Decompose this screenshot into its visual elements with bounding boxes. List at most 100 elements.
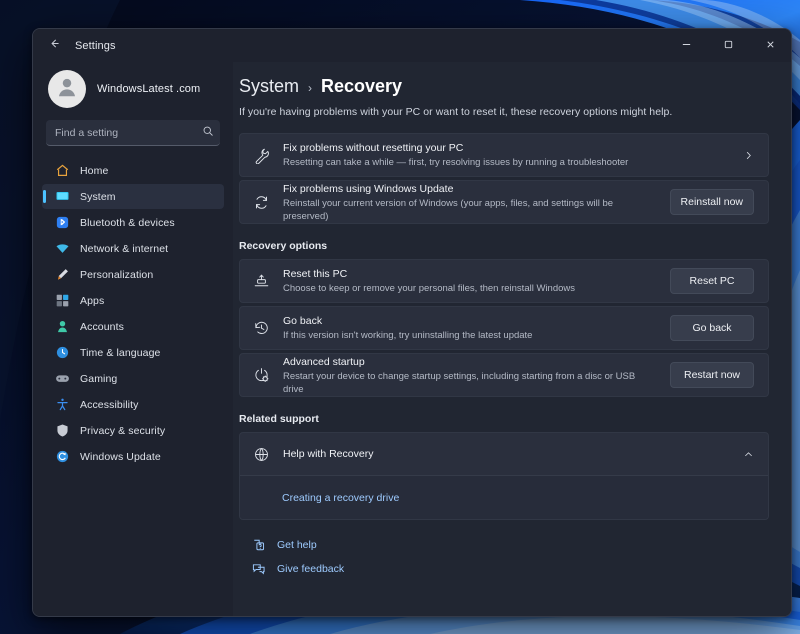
restart-now-button[interactable]: Restart now [670, 362, 754, 388]
expander-title: Help with Recovery [283, 448, 730, 460]
shield-icon [54, 423, 70, 439]
sidebar-item-apps[interactable]: Apps [42, 288, 224, 313]
recovery-options-group: Reset this PC Choose to keep or remove y… [239, 259, 769, 397]
sidebar-item-label: Privacy & security [80, 425, 165, 437]
globe-help-icon [253, 446, 270, 463]
reinstall-now-button[interactable]: Reinstall now [670, 189, 754, 215]
accounts-icon [54, 319, 70, 335]
card-subtitle: Reinstall your current version of Window… [283, 197, 657, 223]
minimize-button[interactable] [665, 29, 707, 62]
sidebar-item-bluetooth-devices[interactable]: Bluetooth & devices [42, 210, 224, 235]
link-creating-a-recovery-drive[interactable]: Creating a recovery drive [282, 492, 399, 504]
close-icon [765, 39, 776, 53]
search-container [46, 120, 220, 146]
gamepad-icon [54, 371, 70, 387]
sidebar-item-privacy-security[interactable]: Privacy & security [42, 418, 224, 443]
sidebar-item-windows-update[interactable]: Windows Update [42, 444, 224, 469]
page-title: Recovery [321, 76, 402, 97]
profile-section[interactable]: WindowsLatest .com [42, 62, 224, 120]
sidebar-item-label: Accessibility [80, 399, 138, 411]
sidebar-item-gaming[interactable]: Gaming [42, 366, 224, 391]
app-title: Settings [75, 40, 116, 52]
card-subtitle: Choose to keep or remove your personal f… [283, 282, 657, 295]
search-input[interactable] [46, 120, 220, 146]
breadcrumb: System › Recovery [239, 76, 769, 97]
card-title: Advanced startup [283, 355, 657, 369]
sidebar-item-network-internet[interactable]: Network & internet [42, 236, 224, 261]
sidebar-item-label: Bluetooth & devices [80, 217, 175, 229]
sidebar-nav: Home System [42, 158, 224, 469]
desktop: Settings [0, 0, 800, 634]
help-with-recovery-expander: Help with Recovery Creating a recovery d… [239, 432, 769, 520]
sidebar-item-label: Time & language [80, 347, 161, 359]
main-content: System › Recovery If you're having probl… [233, 62, 791, 616]
accessibility-icon [54, 397, 70, 413]
sidebar-item-label: Accounts [80, 321, 124, 333]
sidebar-item-system[interactable]: System [42, 184, 224, 209]
minimize-icon [681, 39, 692, 53]
top-cards-group: Fix problems without resetting your PC R… [239, 133, 769, 224]
search-icon[interactable] [202, 125, 214, 137]
power-gear-icon [253, 367, 270, 384]
clock-icon [54, 345, 70, 361]
footer-link-label: Give feedback [277, 563, 344, 575]
arrow-left-icon [48, 37, 61, 55]
card-fix-problems-without-resetting[interactable]: Fix problems without resetting your PC R… [239, 133, 769, 177]
footer-link-label: Get help [277, 539, 317, 551]
sidebar-item-personalization[interactable]: Personalization [42, 262, 224, 287]
card-text: Fix problems using Windows Update Reinst… [283, 182, 657, 223]
card-title: Go back [283, 314, 657, 328]
breadcrumb-parent[interactable]: System [239, 76, 299, 97]
card-text: Go back If this version isn't working, t… [283, 314, 657, 342]
close-button[interactable] [749, 29, 791, 62]
card-title: Reset this PC [283, 267, 657, 281]
history-clock-icon [253, 320, 270, 337]
sidebar-item-label: System [80, 191, 116, 203]
card-text: Fix problems without resetting your PC R… [283, 141, 730, 169]
wrench-icon [253, 147, 270, 164]
get-help-icon [252, 538, 266, 552]
sidebar: WindowsLatest .com [33, 62, 233, 616]
card-go-back: Go back If this version isn't working, t… [239, 306, 769, 350]
help-with-recovery-body: Creating a recovery drive [240, 475, 768, 519]
card-reset-this-pc: Reset this PC Choose to keep or remove y… [239, 259, 769, 303]
settings-window: Settings [32, 28, 792, 617]
related-support-heading: Related support [239, 413, 769, 425]
sidebar-item-label: Network & internet [80, 243, 168, 255]
bluetooth-icon [54, 215, 70, 231]
card-title: Fix problems using Windows Update [283, 182, 657, 196]
title-bar: Settings [33, 29, 791, 62]
page-description: If you're having problems with your PC o… [239, 106, 769, 118]
go-back-button[interactable]: Go back [670, 315, 754, 341]
update-icon [54, 449, 70, 465]
card-subtitle: Resetting can take a while — first, try … [283, 156, 730, 169]
give-feedback-icon [252, 562, 266, 576]
sidebar-item-time-language[interactable]: Time & language [42, 340, 224, 365]
help-with-recovery-header[interactable]: Help with Recovery [240, 433, 768, 475]
refresh-icon [253, 194, 270, 211]
reset-pc-button[interactable]: Reset PC [670, 268, 754, 294]
maximize-button[interactable] [707, 29, 749, 62]
get-help-link[interactable]: Get help [252, 538, 769, 552]
brush-icon [54, 267, 70, 283]
wifi-icon [54, 241, 70, 257]
apps-icon [54, 293, 70, 309]
sidebar-item-accessibility[interactable]: Accessibility [42, 392, 224, 417]
back-button[interactable] [39, 32, 69, 60]
home-icon [54, 163, 70, 179]
sidebar-item-label: Personalization [80, 269, 153, 281]
sidebar-item-home[interactable]: Home [42, 158, 224, 183]
sidebar-item-accounts[interactable]: Accounts [42, 314, 224, 339]
sidebar-item-label: Apps [80, 295, 104, 307]
chevron-up-icon[interactable] [743, 449, 754, 460]
give-feedback-link[interactable]: Give feedback [252, 562, 769, 576]
card-subtitle: If this version isn't working, try unins… [283, 329, 657, 342]
system-icon [54, 189, 70, 205]
sidebar-item-label: Home [80, 165, 108, 177]
card-fix-problems-windows-update: Fix problems using Windows Update Reinst… [239, 180, 769, 224]
breadcrumb-separator-icon: › [308, 81, 312, 95]
card-text: Advanced startup Restart your device to … [283, 355, 657, 396]
window-controls [665, 29, 791, 62]
chevron-right-icon[interactable] [743, 150, 754, 161]
card-subtitle: Restart your device to change startup se… [283, 370, 657, 396]
